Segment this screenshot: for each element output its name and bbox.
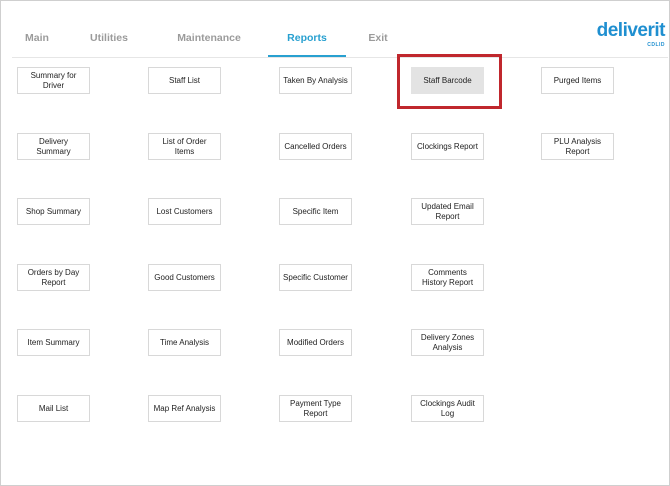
report-button-good-customers[interactable]: Good Customers — [148, 264, 221, 291]
app-window: Main Utilities Maintenance Reports Exit … — [0, 0, 670, 486]
brand-logo: deliverit CDLID — [596, 20, 666, 49]
report-button-taken-by-analysis[interactable]: Taken By Analysis — [279, 67, 352, 94]
report-button-updated-email-report[interactable]: Updated Email Report — [411, 198, 484, 225]
report-button-list-of-order-items[interactable]: List of Order Items — [148, 133, 221, 160]
report-button-specific-customer[interactable]: Specific Customer — [279, 264, 352, 291]
report-button-clockings-report[interactable]: Clockings Report — [411, 133, 484, 160]
report-button-staff-barcode[interactable]: Staff Barcode — [411, 67, 484, 94]
report-button-clockings-audit-log[interactable]: Clockings Audit Log — [411, 395, 484, 422]
report-button-orders-by-day-report[interactable]: Orders by Day Report — [17, 264, 90, 291]
report-button-delivery-summary[interactable]: Delivery Summary — [17, 133, 90, 160]
report-button-time-analysis[interactable]: Time Analysis — [148, 329, 221, 356]
tab-exit[interactable]: Exit — [346, 17, 410, 57]
report-button-staff-list[interactable]: Staff List — [148, 67, 221, 94]
report-button-shop-summary[interactable]: Shop Summary — [17, 198, 90, 225]
tab-maintenance[interactable]: Maintenance — [154, 17, 264, 57]
report-button-mail-list[interactable]: Mail List — [17, 395, 90, 422]
report-button-purged-items[interactable]: Purged Items — [541, 67, 614, 94]
tab-reports[interactable]: Reports — [268, 17, 346, 57]
report-button-specific-item[interactable]: Specific Item — [279, 198, 352, 225]
report-button-comments-history-report[interactable]: Comments History Report — [411, 264, 484, 291]
report-button-plu-analysis-report[interactable]: PLU Analysis Report — [541, 133, 614, 160]
report-button-cancelled-orders[interactable]: Cancelled Orders — [279, 133, 352, 160]
report-button-modified-orders[interactable]: Modified Orders — [279, 329, 352, 356]
report-button-lost-customers[interactable]: Lost Customers — [148, 198, 221, 225]
tab-main[interactable]: Main — [12, 17, 62, 57]
report-button-delivery-zones-analysis[interactable]: Delivery Zones Analysis — [411, 329, 484, 356]
report-button-item-summary[interactable]: Item Summary — [17, 329, 90, 356]
header-divider — [12, 57, 668, 58]
top-navigation: Main Utilities Maintenance Reports Exit … — [1, 1, 669, 59]
report-button-payment-type-report[interactable]: Payment Type Report — [279, 395, 352, 422]
tab-utilities[interactable]: Utilities — [64, 17, 154, 57]
brand-sub: CDLID — [647, 42, 665, 48]
report-button-summary-for-driver[interactable]: Summary for Driver — [17, 67, 90, 94]
tab-bar: Main Utilities Maintenance Reports Exit — [12, 17, 410, 57]
brand-name: deliverit — [596, 20, 666, 41]
report-button-map-ref-analysis[interactable]: Map Ref Analysis — [148, 395, 221, 422]
